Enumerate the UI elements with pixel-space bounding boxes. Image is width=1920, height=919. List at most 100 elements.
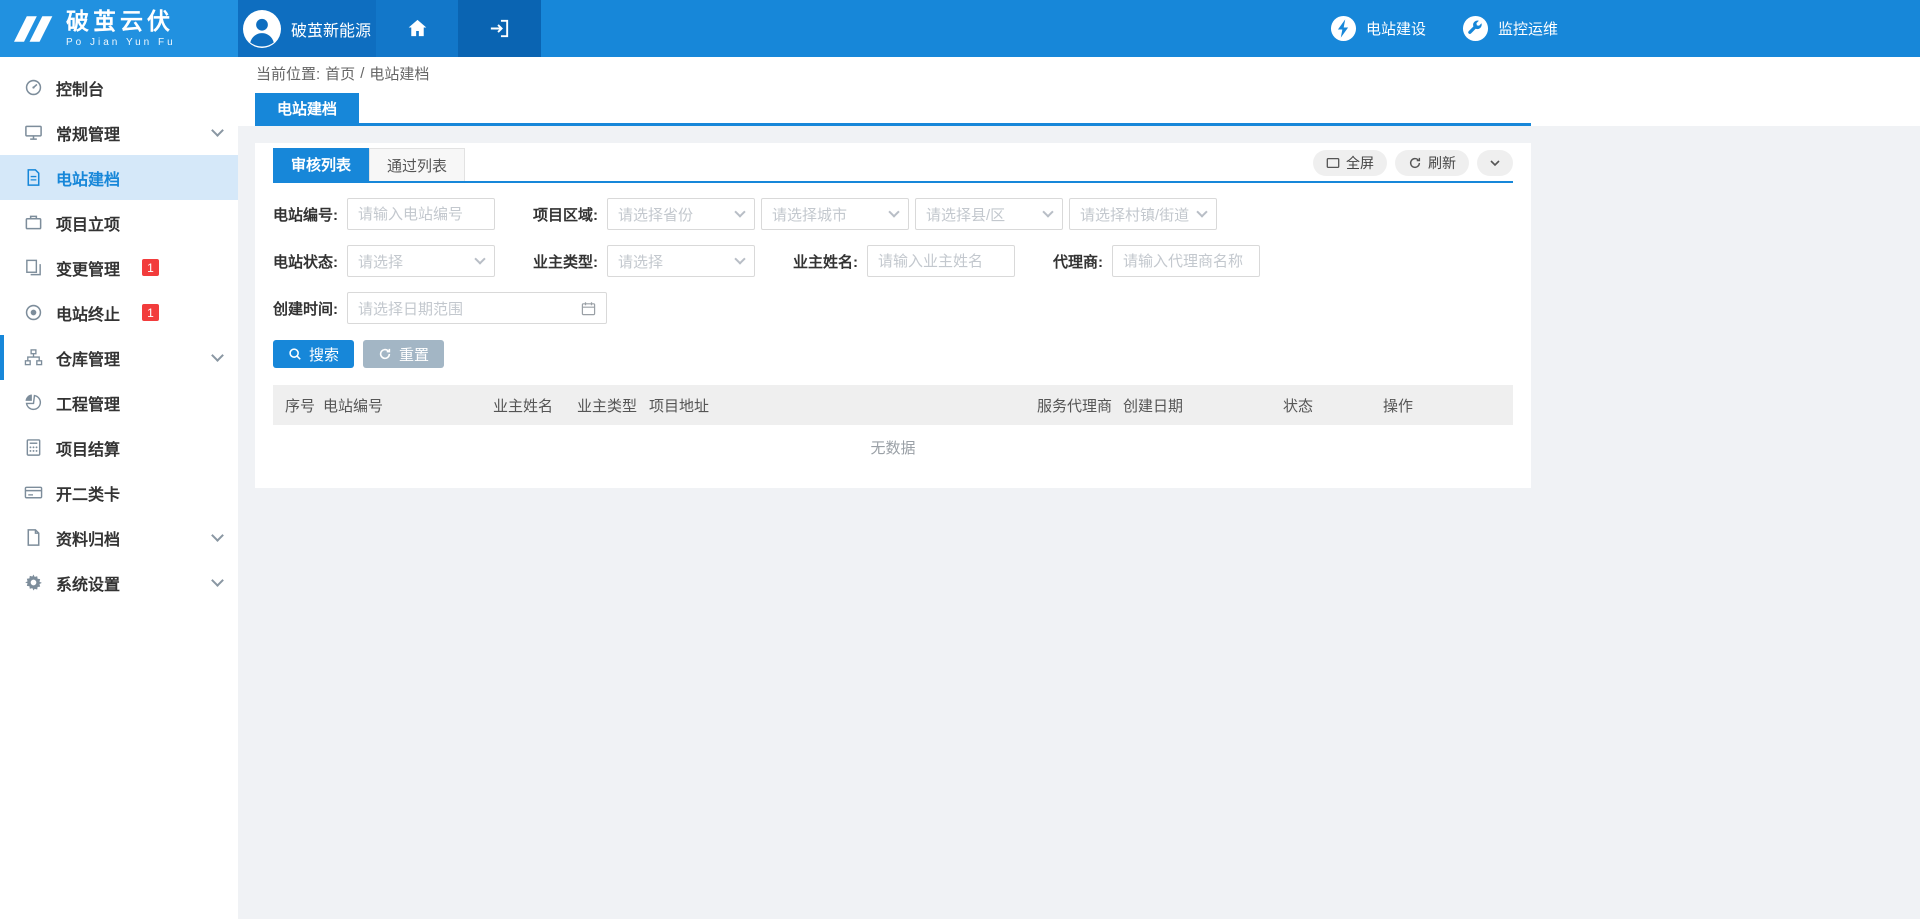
logo-icon <box>14 14 56 44</box>
sidebar-item-system-settings[interactable]: 系统设置 <box>0 560 238 605</box>
nav-station-build[interactable]: 电站建设 <box>1330 15 1426 42</box>
reset-icon <box>378 347 392 361</box>
monitor-icon <box>24 123 43 142</box>
tab-passed-list[interactable]: 通过列表 <box>369 148 465 181</box>
sidebar-item-data-archive[interactable]: 资料归档 <box>0 515 238 560</box>
sidebar-item-label: 开二类卡 <box>56 481 120 505</box>
file-icon <box>24 168 43 187</box>
sidebar-item-engineering-mgmt[interactable]: 工程管理 <box>0 380 238 425</box>
page-tab-station-filing[interactable]: 电站建档 <box>255 93 359 123</box>
briefcase-icon <box>24 213 43 232</box>
owner-name-input[interactable] <box>867 245 1015 277</box>
sidebar-item-label: 资料归档 <box>56 526 120 550</box>
station-status-select[interactable]: 请选择 <box>347 245 495 277</box>
sidebar-item-change-mgmt[interactable]: 变更管理 1 <box>0 245 238 290</box>
app-logo: 破茧云伏 Po Jian Yun Fu <box>0 0 238 57</box>
sidebar-item-label: 系统设置 <box>56 571 120 595</box>
city-select[interactable]: 请选择城市 <box>761 198 909 230</box>
column-header: 序号 <box>285 395 323 416</box>
sidebar-item-label: 项目结算 <box>56 436 120 460</box>
card-icon <box>24 483 43 502</box>
search-button[interactable]: 搜索 <box>273 340 354 368</box>
agent-input[interactable] <box>1112 245 1260 277</box>
empty-state-text: 无数据 <box>273 425 1513 470</box>
page-tab-band: 电站建档 <box>238 90 1920 126</box>
chevron-down-icon <box>1489 157 1501 169</box>
dashboard-icon <box>24 78 43 97</box>
chevron-down-icon <box>211 349 224 362</box>
sidebar-item-label: 变更管理 <box>56 256 120 280</box>
nav-monitor-ops[interactable]: 监控运维 <box>1462 15 1558 42</box>
sidebar-item-label: 电站建档 <box>56 166 120 190</box>
village-placeholder: 请选择村镇/街道 <box>1080 204 1189 225</box>
logo-subtitle: Po Jian Yun Fu <box>66 37 176 48</box>
fullscreen-label: 全屏 <box>1346 153 1374 173</box>
nav-label: 监控运维 <box>1498 18 1558 39</box>
refresh-label: 刷新 <box>1428 153 1456 173</box>
column-header: 创建日期 <box>1123 395 1283 416</box>
header-user-menu[interactable]: 破茧新能源 <box>238 0 376 57</box>
breadcrumb-prefix: 当前位置: <box>256 63 320 84</box>
column-header: 项目地址 <box>649 395 1037 416</box>
tab-review-list[interactable]: 审核列表 <box>273 148 369 181</box>
chevron-down-icon <box>734 206 745 217</box>
nav-label: 电站建设 <box>1366 18 1426 39</box>
column-header: 业主类型 <box>577 395 649 416</box>
county-placeholder: 请选择县/区 <box>926 204 1005 225</box>
home-button[interactable] <box>376 0 458 57</box>
agent-label: 代理商: <box>1053 251 1103 272</box>
refresh-button[interactable]: 刷新 <box>1395 150 1469 176</box>
chevron-down-icon <box>211 529 224 542</box>
fullscreen-icon <box>1326 156 1340 170</box>
avatar <box>243 10 281 48</box>
sidebar-item-project-initiation[interactable]: 项目立项 <box>0 200 238 245</box>
sidebar-item-label: 电站终止 <box>56 301 120 325</box>
sidebar-item-warehouse-mgmt[interactable]: 仓库管理 <box>0 335 238 380</box>
fullscreen-button[interactable]: 全屏 <box>1313 150 1387 176</box>
breadcrumb-home-link[interactable]: 首页 <box>325 63 355 84</box>
sidebar-item-console[interactable]: 控制台 <box>0 65 238 110</box>
column-header: 电站编号 <box>323 395 493 416</box>
app-header: 破茧云伏 Po Jian Yun Fu 破茧新能源 电站建设 <box>0 0 1920 57</box>
breadcrumb: 当前位置: 首页 / 电站建档 <box>238 57 1920 90</box>
gear-icon <box>24 573 43 592</box>
city-placeholder: 请选择城市 <box>772 204 847 225</box>
archive-icon <box>24 528 43 547</box>
province-select[interactable]: 请选择省份 <box>607 198 755 230</box>
station-status-label: 电站状态: <box>273 251 338 272</box>
chevron-down-icon <box>734 253 745 264</box>
sidebar-item-label: 常规管理 <box>56 121 120 145</box>
notification-badge: 1 <box>142 304 159 321</box>
reset-button[interactable]: 重置 <box>363 340 444 368</box>
province-placeholder: 请选择省份 <box>618 204 693 225</box>
owner-type-label: 业主类型: <box>533 251 598 272</box>
table-header-row: 序号 电站编号 业主姓名 业主类型 项目地址 服务代理商 创建日期 状态 操作 <box>273 385 1513 425</box>
collapse-toggle-button[interactable] <box>1477 150 1513 176</box>
copy-icon <box>24 258 43 277</box>
sidebar-item-label: 仓库管理 <box>56 346 120 370</box>
logout-button[interactable] <box>458 0 541 57</box>
date-range-input[interactable]: 请选择日期范围 <box>347 292 607 324</box>
calculator-icon <box>24 438 43 457</box>
sidebar-item-station-termination[interactable]: 电站终止 1 <box>0 290 238 335</box>
village-select[interactable]: 请选择村镇/街道 <box>1069 198 1217 230</box>
date-range-placeholder: 请选择日期范围 <box>358 298 463 319</box>
station-no-input[interactable] <box>347 198 495 230</box>
search-icon <box>288 347 302 361</box>
owner-type-select[interactable]: 请选择 <box>607 245 755 277</box>
county-select[interactable]: 请选择县/区 <box>915 198 1063 230</box>
column-header: 服务代理商 <box>1037 395 1123 416</box>
chevron-down-icon <box>888 206 899 217</box>
station-filing-card: 审核列表 通过列表 全屏 刷新 <box>255 143 1531 488</box>
sidebar-item-label: 控制台 <box>56 76 104 100</box>
sidebar-item-station-filing[interactable]: 电站建档 <box>0 155 238 200</box>
sidebar-item-open-card[interactable]: 开二类卡 <box>0 470 238 515</box>
sidebar-item-project-settlement[interactable]: 项目结算 <box>0 425 238 470</box>
search-label: 搜索 <box>309 344 339 365</box>
column-header: 业主姓名 <box>493 395 577 416</box>
breadcrumb-current: 电站建档 <box>369 63 429 84</box>
wrench-icon <box>1462 15 1489 42</box>
sidebar-item-general-mgmt[interactable]: 常规管理 <box>0 110 238 155</box>
breadcrumb-separator: / <box>360 65 364 82</box>
content-area: 审核列表 通过列表 全屏 刷新 <box>238 126 1920 919</box>
